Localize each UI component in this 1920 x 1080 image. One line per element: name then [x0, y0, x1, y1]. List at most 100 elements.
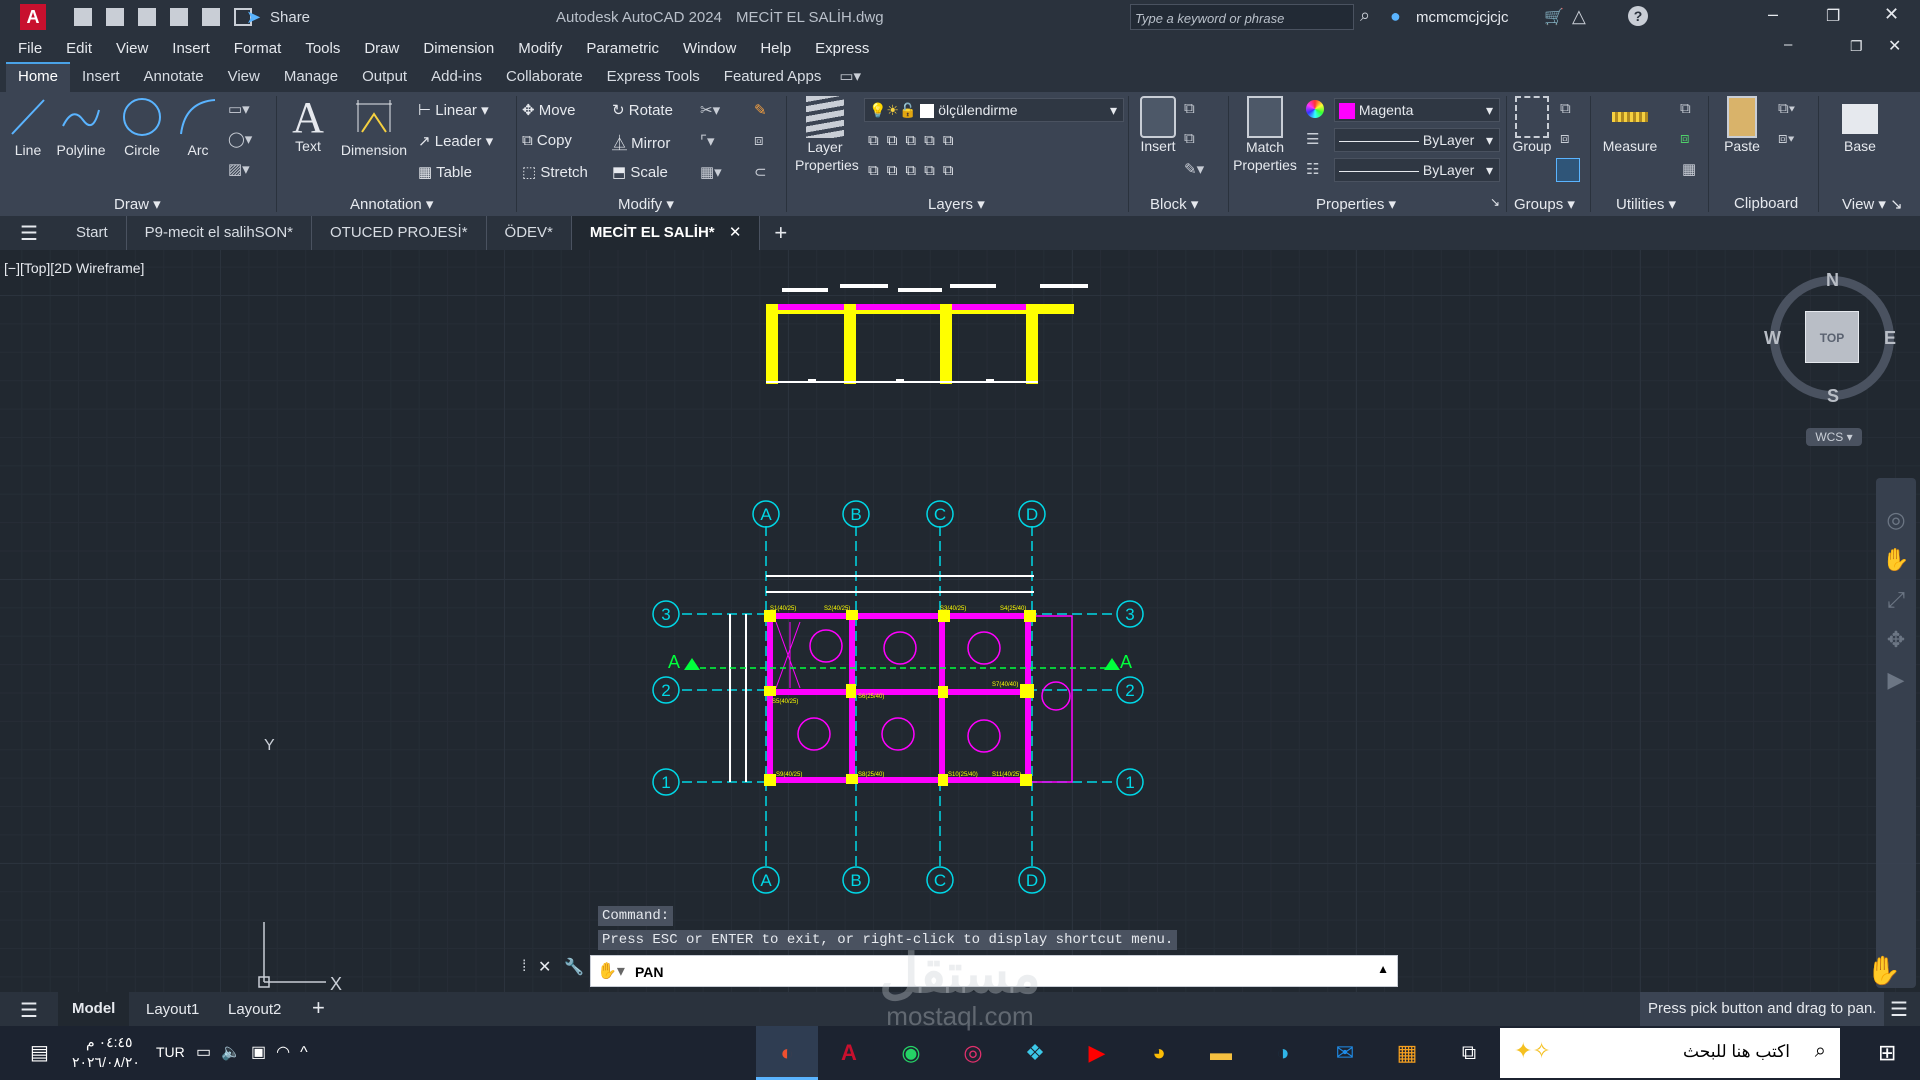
ellipse-icon[interactable]: ◯▾ [228, 130, 252, 148]
polyline-button[interactable]: Polyline [52, 96, 110, 158]
group-select-icon[interactable] [1556, 158, 1580, 182]
menu-draw[interactable]: Draw [352, 40, 411, 57]
menu-parametric[interactable]: Parametric [574, 40, 671, 57]
doc-minimize-icon[interactable]: – [1772, 36, 1804, 53]
ribbon-options-icon[interactable]: ▭▾ [833, 63, 867, 92]
tab-output[interactable]: Output [350, 64, 419, 92]
cart-icon[interactable]: 🛒 [1544, 7, 1564, 27]
fillet-icon[interactable]: ⌜▾ [700, 132, 715, 150]
app-whatsapp-icon[interactable]: ◉ [880, 1026, 942, 1080]
plot-icon[interactable] [202, 8, 220, 26]
layer-properties-button[interactable]: Layer Properties [790, 96, 860, 174]
taskbar-time[interactable]: ٠٤:٤٥ م [86, 1034, 133, 1051]
doc-tab-odev[interactable]: ÖDEV* [487, 216, 572, 250]
compass-west[interactable]: W [1764, 328, 1781, 349]
app-unknown-icon[interactable]: ◐ [756, 1026, 818, 1080]
share-button[interactable]: Share [270, 9, 310, 26]
app-store-icon[interactable]: ▦ [1376, 1026, 1438, 1080]
select-all-icon[interactable]: ⧈ [1680, 130, 1690, 147]
layout1-tab[interactable]: Layout1 [146, 1001, 199, 1018]
meet-icon[interactable]: ▣ [251, 1044, 276, 1061]
compass-south[interactable]: S [1827, 386, 1839, 407]
match-properties-button[interactable]: Match Properties [1230, 96, 1300, 174]
menu-edit[interactable]: Edit [54, 40, 104, 57]
group-edit-icon[interactable]: ⧈ [1560, 130, 1570, 147]
save-icon[interactable] [138, 8, 156, 26]
open-file-icon[interactable] [106, 8, 124, 26]
pan-tool-icon[interactable]: ✋ [1882, 540, 1910, 580]
steering-wheel-icon[interactable]: ◎ [1882, 500, 1910, 540]
layers-panel-title[interactable]: Layers ▾ [928, 195, 985, 213]
draw-panel-title[interactable]: Draw ▾ [114, 195, 161, 213]
stretch-button[interactable]: ⬚ Stretch [522, 163, 588, 181]
orbit-icon[interactable]: ✥ [1882, 620, 1910, 660]
menu-window[interactable]: Window [671, 40, 748, 57]
app-explorer-icon[interactable]: ▬ [1190, 1026, 1252, 1080]
paste-button[interactable]: Paste [1718, 96, 1766, 154]
group-button[interactable]: Group [1510, 96, 1554, 154]
menu-format[interactable]: Format [222, 40, 294, 57]
doc-tab-p9[interactable]: P9-mecit el salihSON* [127, 216, 313, 250]
linetype-dropdown[interactable]: ByLayer ▾ [1334, 158, 1500, 182]
menu-dimension[interactable]: Dimension [411, 40, 506, 57]
close-icon[interactable]: ✕ [1884, 4, 1899, 25]
layout-menu-icon[interactable]: ☰ [20, 998, 38, 1023]
arc-button[interactable]: Arc [176, 96, 220, 158]
doc-tab-start[interactable]: Start [58, 216, 127, 250]
lineweight-dropdown[interactable]: ByLayer ▾ [1334, 128, 1500, 152]
search-input[interactable]: Type a keyword or phrase [1130, 4, 1354, 30]
mirror-button[interactable]: ⏅ Mirror [612, 132, 670, 153]
base-view-button[interactable]: Base [1836, 96, 1884, 154]
command-close-icon[interactable]: ✕ [538, 957, 551, 977]
edit-block-icon[interactable]: ⧉ [1184, 130, 1195, 147]
command-input[interactable]: ✋▾ PAN ▲ [590, 955, 1398, 987]
quick-select-icon[interactable]: ⧉ [1680, 100, 1691, 117]
dimension-button[interactable]: Dimension [336, 96, 412, 158]
block-panel-title[interactable]: Block ▾ [1150, 195, 1198, 213]
linear-dimension-button[interactable]: ⊢ Linear ▾ [418, 101, 489, 119]
taskbar-search[interactable]: ⌕ اكتب هنا للبحث ✦✧ [1500, 1028, 1840, 1078]
command-history-toggle-icon[interactable]: ▲ [1377, 962, 1389, 976]
scale-button[interactable]: ⬒ Scale [612, 163, 668, 181]
groups-panel-title[interactable]: Groups ▾ [1514, 195, 1575, 213]
taskbar-date[interactable]: ٢٠٢٦/٠٨/٢٠ [72, 1054, 140, 1071]
volume-icon[interactable]: 🔈 [221, 1044, 251, 1061]
tab-featured-apps[interactable]: Featured Apps [712, 64, 834, 92]
measure-button[interactable]: Measure [1598, 96, 1662, 154]
app-menu-icon[interactable]: ☰ [0, 221, 58, 246]
search-icon[interactable]: ⌕ [1360, 5, 1370, 26]
view-panel-title[interactable]: View ▾ ↘ [1842, 195, 1903, 213]
annotation-panel-title[interactable]: Annotation ▾ [350, 195, 433, 213]
explode-icon[interactable]: ⧈ [754, 132, 764, 149]
minimize-icon[interactable]: – [1768, 4, 1778, 25]
trim-icon[interactable]: ✂▾ [700, 101, 720, 119]
clipboard-panel-title[interactable]: Clipboard [1734, 195, 1798, 212]
array-icon[interactable]: ▦▾ [700, 163, 722, 181]
offset-icon[interactable]: ⊂ [754, 163, 767, 181]
table-button[interactable]: ▦ Table [418, 163, 472, 181]
doc-tab-otuced[interactable]: OTUCED PROJESİ* [312, 216, 487, 250]
layer-dropdown[interactable]: 💡☀🔓 ölçülendirme ▾ [864, 98, 1124, 122]
utilities-panel-title[interactable]: Utilities ▾ [1616, 195, 1676, 213]
leader-button[interactable]: ↗ Leader ▾ [418, 132, 493, 150]
compass-east[interactable]: E [1884, 328, 1896, 349]
move-button[interactable]: ✥ Move [522, 101, 575, 119]
app-mobile-icon[interactable]: ❖ [1004, 1026, 1066, 1080]
wifi-icon[interactable]: ◠ [276, 1044, 300, 1061]
cut-icon[interactable]: ⧈▾ [1778, 130, 1795, 147]
app-instagram-icon[interactable]: ◎ [942, 1026, 1004, 1080]
wcs-menu[interactable]: WCS ▾ [1806, 428, 1862, 446]
properties-launcher-icon[interactable]: ↘ [1490, 195, 1500, 209]
rectangle-icon[interactable]: ▭▾ [228, 100, 250, 118]
calculator-icon[interactable]: ▦ [1682, 160, 1696, 178]
tab-view[interactable]: View [216, 64, 272, 92]
tab-home[interactable]: Home [6, 62, 71, 92]
notification-icon[interactable]: ▤ [30, 1040, 49, 1065]
layer-tools-row2[interactable]: ⧉⧉⧉⧉⧉ [868, 162, 962, 179]
drawing-canvas[interactable]: S1(40/25) S2(40/25) S3(40/25) S4(25/40) … [0, 250, 1920, 992]
add-layout-icon[interactable]: + [312, 995, 325, 1021]
ungroup-icon[interactable]: ⧉ [1560, 100, 1571, 117]
new-file-icon[interactable] [74, 8, 92, 26]
menu-file[interactable]: File [6, 40, 54, 57]
command-customize-icon[interactable]: 🔧 [564, 957, 584, 977]
